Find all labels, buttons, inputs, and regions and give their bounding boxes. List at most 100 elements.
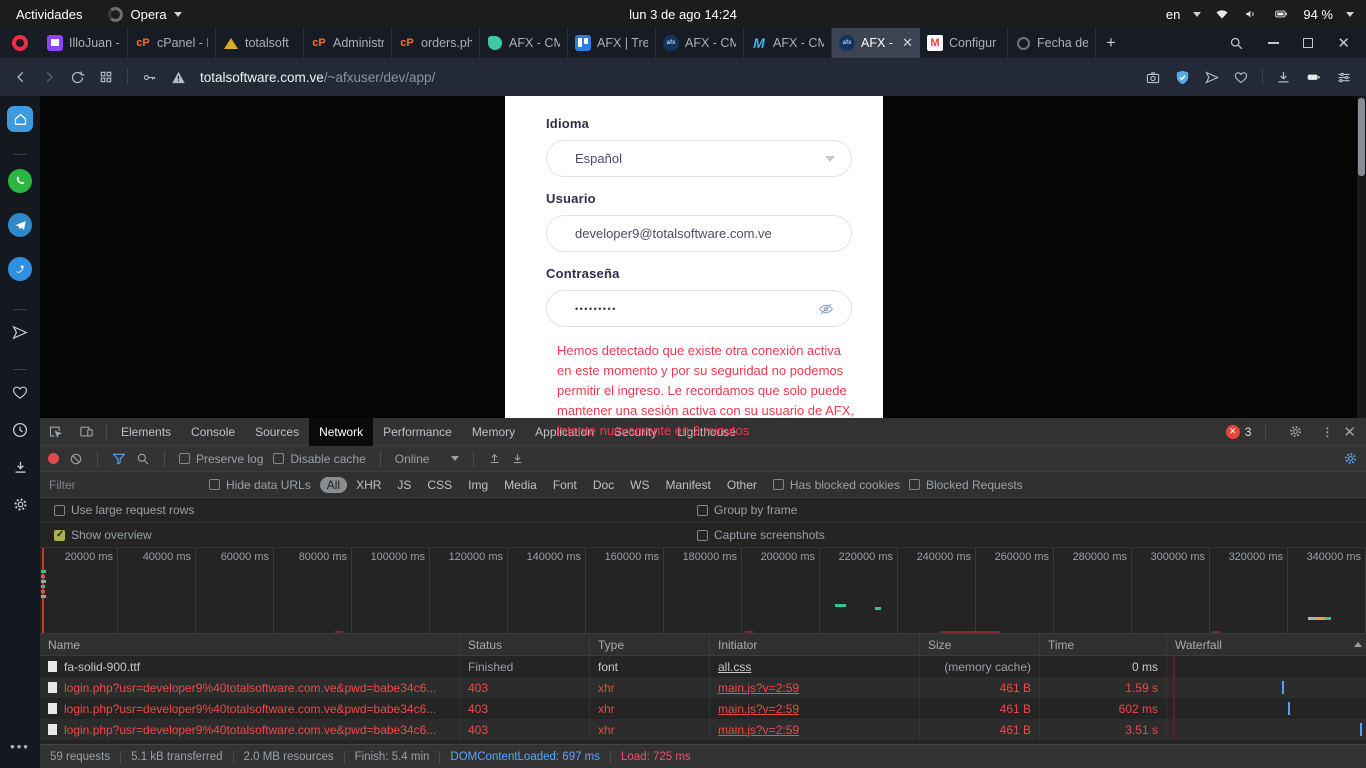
filter-type-doc[interactable]: Doc xyxy=(586,477,621,493)
column-status[interactable]: Status xyxy=(460,634,590,655)
speed-dial-grid-icon[interactable] xyxy=(99,70,113,84)
password-input[interactable]: ••••••••• xyxy=(575,304,817,314)
tab-afx-cm-2[interactable]: afx AFX - CM xyxy=(656,28,744,58)
network-overview-timeline[interactable]: 20000 ms40000 ms60000 ms80000 ms100000 m… xyxy=(40,548,1366,634)
close-tab-icon[interactable]: ✕ xyxy=(900,35,913,51)
filter-type-all[interactable]: All xyxy=(320,477,347,493)
inspect-element-icon[interactable] xyxy=(40,424,71,439)
tab-afx-cm-1[interactable]: AFX - CM xyxy=(480,28,568,58)
my-flow-paper-plane-icon[interactable] xyxy=(1204,70,1220,85)
tab-totalsoftware[interactable]: totalsoft xyxy=(216,28,304,58)
tab-elements[interactable]: Elements xyxy=(111,418,181,446)
twitter-icon[interactable] xyxy=(8,257,32,281)
speed-dial-home-button[interactable] xyxy=(7,106,33,132)
tab-afx-trello[interactable]: AFX | Trel xyxy=(568,28,656,58)
column-size[interactable]: Size xyxy=(920,634,1040,655)
initiator-link[interactable]: main.js?v=2:59 xyxy=(718,723,799,737)
volume-icon[interactable] xyxy=(1243,7,1259,21)
snapshot-camera-icon[interactable] xyxy=(1145,70,1161,85)
filter-type-css[interactable]: CSS xyxy=(420,477,459,493)
tab-illojuan[interactable]: IlloJuan - xyxy=(40,28,128,58)
settings-gear-icon[interactable] xyxy=(12,496,29,513)
column-waterfall[interactable]: Waterfall xyxy=(1167,634,1366,655)
clock[interactable]: lun 3 de ago 14:24 xyxy=(629,7,737,22)
maximize-window-button[interactable] xyxy=(1303,38,1313,48)
adblock-shield-icon[interactable] xyxy=(1174,69,1191,86)
column-name[interactable]: Name xyxy=(40,634,460,655)
initiator-link[interactable]: main.js?v=2:59 xyxy=(718,702,799,716)
downloads-icon[interactable] xyxy=(12,459,29,476)
tab-console[interactable]: Console xyxy=(181,418,245,446)
security-warning-icon[interactable] xyxy=(171,70,186,85)
telegram-icon[interactable] xyxy=(8,213,32,237)
import-har-icon[interactable] xyxy=(488,452,501,465)
tab-cpanel[interactable]: cP cPanel - F xyxy=(128,28,216,58)
record-button[interactable] xyxy=(48,453,59,464)
opera-logo[interactable] xyxy=(0,28,40,58)
devtools-menu-icon[interactable]: ⋮ xyxy=(1321,425,1333,439)
tab-afx-active[interactable]: afx AFX - ✕ xyxy=(832,28,920,58)
filter-type-ws[interactable]: WS xyxy=(623,477,656,493)
throttling-dropdown[interactable]: Online xyxy=(395,452,460,466)
minimize-window-button[interactable] xyxy=(1268,42,1279,44)
tab-administr[interactable]: cP Administr xyxy=(304,28,392,58)
show-overview-checkbox[interactable]: Show overview xyxy=(54,528,152,542)
group-by-frame-checkbox[interactable]: Group by frame xyxy=(697,503,1352,517)
wifi-icon[interactable] xyxy=(1214,7,1230,21)
battery-saver-icon[interactable] xyxy=(1304,70,1323,84)
filter-type-media[interactable]: Media xyxy=(497,477,544,493)
devtools-close-icon[interactable]: ✕ xyxy=(1343,423,1356,441)
new-tab-button[interactable]: + xyxy=(1096,28,1126,58)
tab-configur[interactable]: M Configur xyxy=(920,28,1008,58)
preserve-log-checkbox[interactable]: Preserve log xyxy=(179,452,263,466)
table-row[interactable]: fa-solid-900.ttf Finished font all.css (… xyxy=(40,656,1366,677)
capture-screenshots-checkbox[interactable]: Capture screenshots xyxy=(697,528,1352,542)
disable-cache-checkbox[interactable]: Disable cache xyxy=(273,452,365,466)
back-button[interactable] xyxy=(14,70,28,84)
filter-type-img[interactable]: Img xyxy=(461,477,495,493)
column-time[interactable]: Time xyxy=(1040,634,1167,655)
filter-type-font[interactable]: Font xyxy=(546,477,584,493)
table-row[interactable]: login.php?usr=developer9%40totalsoftware… xyxy=(40,719,1366,740)
search-tabs-icon[interactable] xyxy=(1229,36,1244,51)
network-settings-gear-icon[interactable] xyxy=(1343,451,1358,466)
table-row[interactable]: login.php?usr=developer9%40totalsoftware… xyxy=(40,698,1366,719)
clear-button[interactable] xyxy=(69,452,83,466)
keyboard-layout-indicator[interactable]: en xyxy=(1166,7,1180,22)
tab-orders[interactable]: cP orders.ph xyxy=(392,28,480,58)
device-toolbar-icon[interactable] xyxy=(71,424,102,439)
whatsapp-icon[interactable] xyxy=(8,169,32,193)
initiator-link[interactable]: main.js?v=2:59 xyxy=(718,681,799,695)
my-flow-paper-plane-icon[interactable] xyxy=(11,324,29,341)
filter-type-js[interactable]: JS xyxy=(390,477,418,493)
sidebar-overflow-menu[interactable]: ••• xyxy=(10,739,30,768)
eye-off-icon[interactable] xyxy=(817,301,835,317)
devtools-settings-gear-icon[interactable] xyxy=(1280,424,1311,439)
tab-network[interactable]: Network xyxy=(309,418,373,446)
close-window-button[interactable]: ✕ xyxy=(1337,34,1350,52)
reload-button[interactable] xyxy=(70,70,85,85)
tab-afx-cm-3[interactable]: M AFX - CM xyxy=(744,28,832,58)
downloads-icon[interactable] xyxy=(1276,70,1291,85)
tab-performance[interactable]: Performance xyxy=(373,418,462,446)
filter-type-other[interactable]: Other xyxy=(720,477,764,493)
filter-input[interactable] xyxy=(48,476,200,493)
column-initiator[interactable]: Initiator xyxy=(710,634,920,655)
url-field[interactable]: totalsoftware.com.ve/~afxuser/dev/app/ xyxy=(200,70,1131,85)
has-blocked-cookies-checkbox[interactable]: Has blocked cookies xyxy=(773,478,900,492)
filter-type-xhr[interactable]: XHR xyxy=(349,477,388,493)
filter-funnel-icon[interactable] xyxy=(112,452,126,466)
tab-memory[interactable]: Memory xyxy=(462,418,525,446)
filter-type-manifest[interactable]: Manifest xyxy=(659,477,718,493)
key-icon[interactable] xyxy=(142,70,157,85)
page-scrollbar[interactable] xyxy=(1357,96,1366,418)
user-input[interactable] xyxy=(575,226,835,241)
page-scrollbar-thumb[interactable] xyxy=(1358,98,1365,176)
app-menu[interactable]: Opera xyxy=(108,7,181,22)
use-large-request-rows-checkbox[interactable]: Use large request rows xyxy=(54,503,194,517)
initiator-link[interactable]: all.css xyxy=(718,660,751,674)
forward-button[interactable] xyxy=(42,70,56,84)
hide-data-urls-checkbox[interactable]: Hide data URLs xyxy=(209,478,311,492)
table-row[interactable]: login.php?usr=developer9%40totalsoftware… xyxy=(40,677,1366,698)
tab-fecha-de[interactable]: Fecha de xyxy=(1008,28,1096,58)
